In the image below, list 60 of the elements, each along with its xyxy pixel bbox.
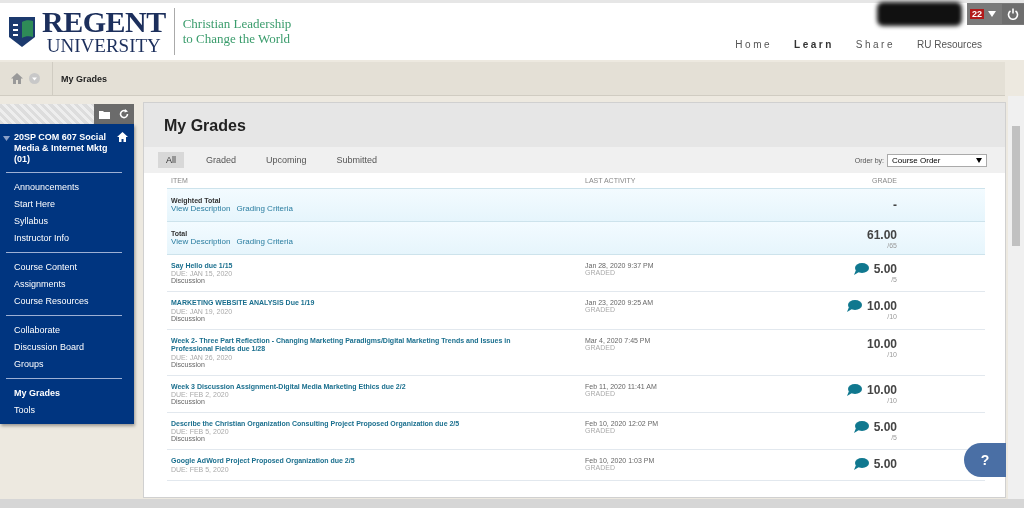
speech-bubble-icon[interactable] — [846, 300, 862, 313]
grade-value: 10.00 — [866, 382, 897, 397]
grade-value: 5.00 — [873, 457, 897, 472]
power-icon — [1007, 8, 1019, 20]
tagline-text: Christian Leadership — [182, 17, 292, 32]
speech-bubble-icon[interactable] — [853, 263, 869, 275]
vertical-scrollbar[interactable] — [1008, 96, 1024, 499]
page-title: My Grades — [144, 103, 1005, 147]
sidebar-item[interactable]: Tools — [14, 404, 134, 417]
speech-bubble-icon[interactable] — [846, 383, 862, 396]
course-title[interactable]: 20SP COM 607 Social Media & Internet Mktg (01) — [14, 132, 113, 165]
nav-tab[interactable]: RU Resources — [916, 39, 982, 50]
home-icon — [117, 132, 128, 142]
help-button[interactable]: ? — [964, 443, 1006, 477]
caret-down-icon — [988, 11, 996, 17]
folder-icon — [98, 109, 110, 119]
caret-down-icon — [3, 136, 10, 141]
filter-tab[interactable]: Upcoming — [258, 152, 315, 168]
link[interactable]: View Description — [171, 204, 231, 213]
link[interactable]: Grading Criteria — [236, 204, 293, 213]
nav-tab[interactable]: Learn — [794, 39, 834, 50]
sidebar-item[interactable]: My Grades — [14, 387, 134, 400]
logo-subtitle: UNIVERSITY — [46, 36, 161, 55]
tagline-text: to Change the World — [182, 31, 292, 46]
sidebar-item[interactable]: Discussion Board — [14, 341, 134, 354]
filter-tab[interactable]: Graded — [198, 152, 245, 168]
link[interactable]: Grading Criteria — [236, 237, 293, 246]
grade-value: 61.00 — [866, 227, 897, 242]
sidebar-item[interactable]: Collaborate — [14, 324, 134, 337]
sidebar-item[interactable]: Syllabus — [14, 215, 134, 228]
sidebar-item[interactable]: Assignments — [14, 278, 134, 291]
home-icon — [11, 73, 23, 84]
nav-tab[interactable]: Home — [735, 39, 773, 50]
sidebar-item[interactable]: Instructor Info — [14, 232, 134, 245]
nav-tab[interactable]: Share — [855, 39, 895, 50]
breadcrumb-current: My Grades — [52, 61, 108, 96]
link[interactable]: View Description — [171, 237, 231, 246]
horizontal-scrollbar[interactable] — [0, 499, 1024, 508]
grade-value: 10.00 — [866, 299, 897, 314]
grade-value: 10.00 — [866, 336, 897, 351]
logo-wordmark: REGENT — [42, 8, 166, 37]
logout-button[interactable] — [1002, 4, 1024, 24]
grade-value: 5.00 — [873, 419, 897, 434]
grade-value: - — [893, 198, 897, 212]
filter-tab[interactable]: All — [158, 152, 184, 168]
refresh-icon — [119, 109, 130, 119]
speech-bubble-icon[interactable] — [853, 420, 869, 433]
sidebar-item[interactable]: Announcements — [14, 181, 134, 194]
caret-down-icon — [976, 157, 982, 163]
circle-caret-icon — [29, 73, 40, 84]
sidebar-item[interactable]: Groups — [14, 358, 134, 371]
filter-tab[interactable]: Submitted — [328, 152, 386, 168]
speech-bubble-icon[interactable] — [853, 458, 869, 471]
sidebar-item[interactable]: Course Resources — [14, 295, 134, 308]
sidebar-item[interactable]: Course Content — [14, 261, 134, 274]
grade-value: 5.00 — [873, 262, 897, 276]
sidebar-item[interactable]: Start Here — [14, 198, 134, 211]
shield-book-icon — [8, 15, 36, 48]
order-by-dropdown[interactable]: Course Order — [887, 153, 987, 167]
notification-badge[interactable]: 22 — [970, 9, 984, 19]
